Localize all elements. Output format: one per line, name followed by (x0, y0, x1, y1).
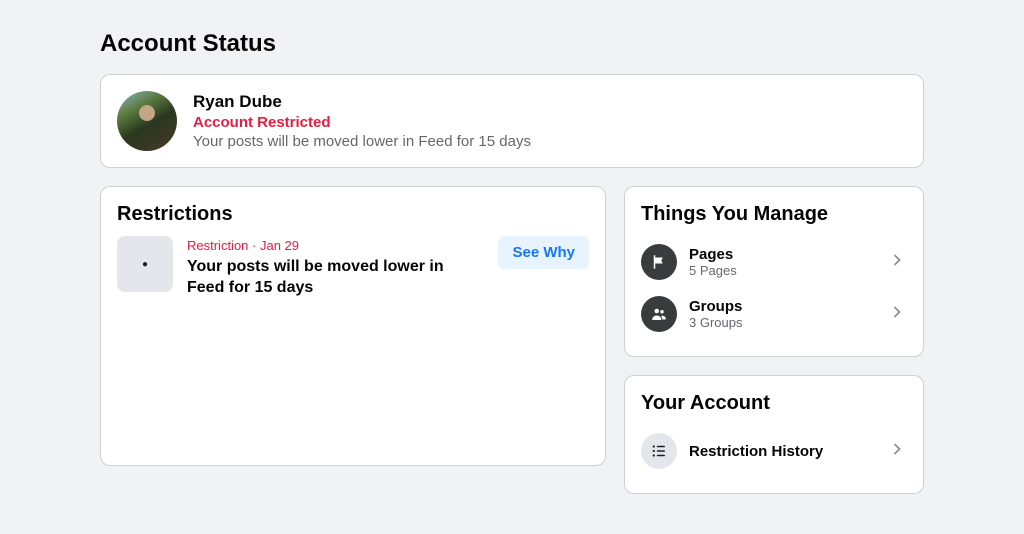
page-title: Account Status (100, 30, 924, 58)
pages-title: Pages (689, 246, 875, 263)
restriction-history-text: Restriction History (689, 443, 875, 460)
your-account-card: Your Account Restriction History (624, 375, 924, 494)
chevron-right-icon (887, 439, 907, 464)
user-avatar (117, 91, 177, 151)
restriction-description: Your posts will be moved lower in Feed f… (193, 133, 531, 150)
restriction-title: Your posts will be moved lower in Feed f… (187, 257, 484, 299)
restriction-thumb-icon: ● (117, 236, 173, 292)
flag-icon (641, 244, 677, 280)
groups-text: Groups 3 Groups (689, 298, 875, 330)
restriction-history-title: Restriction History (689, 443, 875, 460)
chevron-right-icon (887, 302, 907, 327)
restriction-body: Restriction · Jan 29 Your posts will be … (187, 236, 484, 299)
groups-icon (641, 296, 677, 332)
pages-sub: 5 Pages (689, 263, 875, 278)
things-you-manage-card: Things You Manage Pages 5 Pages G (624, 186, 924, 357)
account-status-card: Ryan Dube Account Restricted Your posts … (100, 74, 924, 168)
restriction-history-item[interactable]: Restriction History (641, 425, 907, 477)
your-account-title: Your Account (641, 392, 907, 415)
pages-item[interactable]: Pages 5 Pages (641, 236, 907, 288)
status-text-block: Ryan Dube Account Restricted Your posts … (193, 92, 531, 150)
restriction-item[interactable]: ● Restriction · Jan 29 Your posts will b… (117, 236, 589, 299)
chevron-right-icon (887, 250, 907, 275)
see-why-button[interactable]: See Why (498, 236, 589, 269)
restrictions-section-title: Restrictions (117, 203, 589, 226)
groups-title: Groups (689, 298, 875, 315)
pages-text: Pages 5 Pages (689, 246, 875, 278)
restrictions-card: Restrictions ● Restriction · Jan 29 Your… (100, 186, 606, 466)
groups-item[interactable]: Groups 3 Groups (641, 288, 907, 340)
list-icon (641, 433, 677, 469)
things-you-manage-title: Things You Manage (641, 203, 907, 226)
restriction-meta: Restriction · Jan 29 (187, 238, 484, 253)
groups-sub: 3 Groups (689, 315, 875, 330)
user-name: Ryan Dube (193, 92, 531, 112)
account-restricted-label: Account Restricted (193, 114, 531, 131)
